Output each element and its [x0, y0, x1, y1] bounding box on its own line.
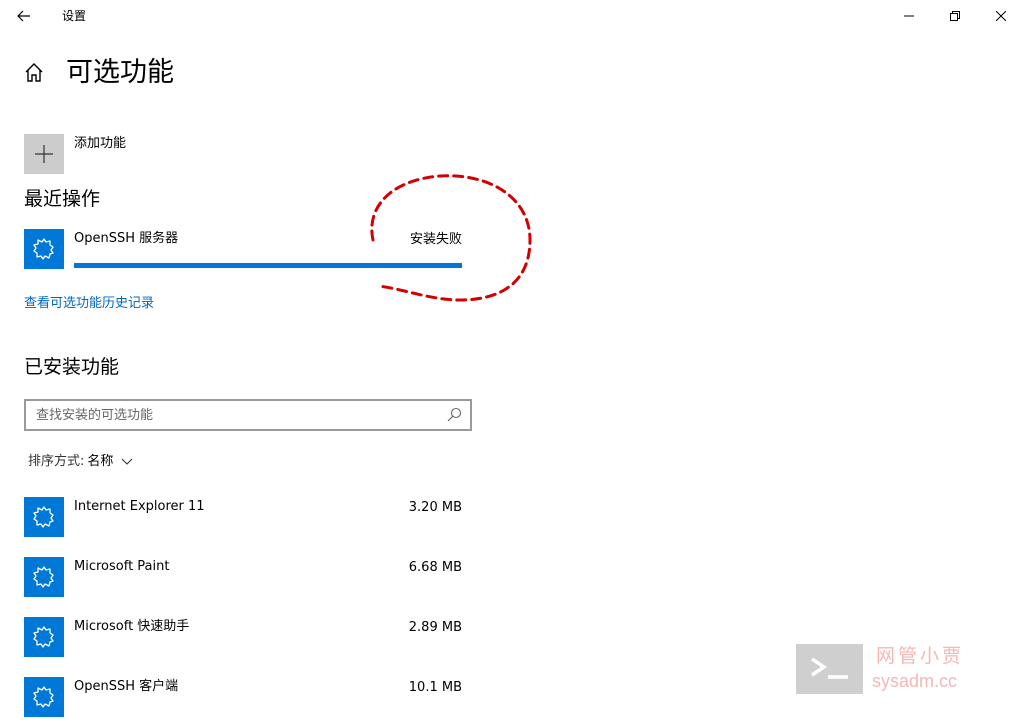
search-icon[interactable] [446, 407, 462, 423]
puzzle-gear-icon [33, 686, 54, 708]
feature-tile [24, 677, 64, 717]
add-feature-button[interactable]: 添加功能 [24, 134, 324, 174]
home-icon [25, 63, 43, 82]
puzzle-gear-icon [33, 626, 54, 648]
install-progress-bar [74, 263, 462, 268]
terminal-logo [796, 644, 863, 694]
plus-icon [35, 145, 53, 163]
title-bar: 设置 [0, 0, 1024, 32]
list-item[interactable]: Internet Explorer 11 3.20 MB [24, 497, 464, 537]
search-box [24, 399, 472, 431]
puzzle-gear-icon [33, 506, 54, 528]
search-input[interactable] [36, 405, 436, 425]
recent-item-openssh-server[interactable]: OpenSSH 服务器 安装失败 [24, 229, 464, 271]
list-item[interactable]: Microsoft Paint 6.68 MB [24, 557, 464, 597]
installed-features-heading: 已安装功能 [24, 356, 120, 378]
feature-name: Internet Explorer 11 [74, 499, 205, 514]
feature-size: 2.89 MB [408, 620, 462, 635]
puzzle-gear-icon [33, 566, 54, 588]
watermark-url: sysadm.cc [872, 671, 958, 691]
restore-icon [950, 11, 960, 21]
feature-name: Microsoft Paint [74, 559, 170, 574]
back-button[interactable] [8, 2, 40, 30]
recent-actions-heading: 最近操作 [24, 188, 101, 210]
list-item[interactable]: Microsoft 快速助手 2.89 MB [24, 617, 464, 657]
terminal-icon [810, 657, 848, 679]
home-button[interactable] [24, 62, 44, 84]
feature-name: OpenSSH 客户端 [74, 679, 179, 694]
add-feature-label: 添加功能 [74, 136, 127, 151]
minimize-icon [904, 15, 914, 17]
watermark-title: 网管小贾 [876, 645, 965, 667]
feature-size: 3.20 MB [408, 500, 462, 515]
watermark: 网管小贾 sysadm.cc [796, 642, 976, 696]
page-title: 可选功能 [66, 57, 174, 88]
recent-item-name: OpenSSH 服务器 [74, 231, 179, 246]
feature-size: 10.1 MB [408, 680, 462, 695]
add-tile [24, 134, 64, 174]
minimize-button[interactable] [886, 0, 932, 32]
feature-size: 6.68 MB [408, 560, 462, 575]
window-title: 设置 [62, 9, 87, 23]
sort-value: 名称 [87, 454, 114, 469]
feature-tile [24, 557, 64, 597]
back-arrow-icon [17, 10, 30, 22]
puzzle-gear-icon [33, 238, 54, 260]
list-item[interactable]: OpenSSH 客户端 10.1 MB [24, 677, 464, 717]
feature-tile [24, 617, 64, 657]
install-progress-fill [74, 263, 462, 268]
recent-item-status: 安装失败 [409, 232, 462, 247]
feature-tile [24, 229, 64, 269]
close-icon [996, 11, 1006, 21]
chevron-down-icon [122, 458, 133, 465]
close-button[interactable] [978, 0, 1024, 32]
sort-dropdown[interactable]: 排序方式: 名称 [28, 453, 133, 471]
feature-tile [24, 497, 64, 537]
feature-name: Microsoft 快速助手 [74, 619, 190, 634]
sort-label: 排序方式: [28, 454, 85, 469]
view-history-link[interactable]: 查看可选功能历史记录 [24, 295, 154, 313]
restore-button[interactable] [932, 0, 978, 32]
